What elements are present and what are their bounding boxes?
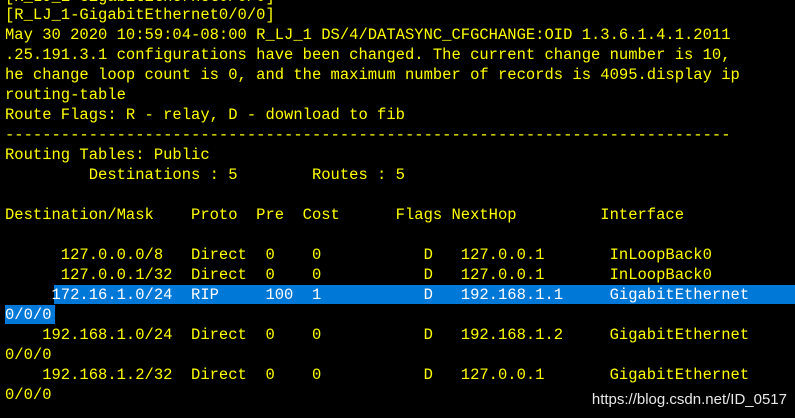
table-row: 127.0.0.0/8 Direct 0 0 D 127.0.0.1 InLoo… — [5, 246, 712, 264]
table-row: 192.168.1.2/32 Direct 0 0 D 127.0.0.1 Gi… — [5, 366, 750, 384]
table-row: 127.0.0.1/32 Direct 0 0 D 127.0.0.1 InLo… — [5, 266, 712, 284]
terminal-line-route-flags: Route Flags: R - relay, D - download to … — [5, 106, 405, 124]
terminal-line-prompt: [R_LJ_1-GigabitEthernet0/0/0] — [5, 6, 275, 24]
terminal-line-command: routing-table — [5, 86, 126, 104]
table-row-wrap: 0/0/0 — [5, 386, 52, 404]
terminal-line-separator: ----------------------------------------… — [5, 126, 731, 144]
terminal-line-log-2: .25.191.3.1 configurations have been cha… — [5, 46, 731, 64]
selected-row-text: 172.16.1.0/24 RIP 100 1 D 192.168.1.1 Gi… — [5, 286, 750, 304]
table-row-wrap: 0/0/0 — [5, 346, 52, 364]
watermark: https://blog.csdn.net/ID_0517 — [591, 391, 787, 408]
terminal-line-log-1: May 30 2020 10:59:04-08:00 R_LJ_1 DS/4/D… — [5, 26, 731, 44]
table-row: 192.168.1.0/24 Direct 0 0 D 192.168.1.2 … — [5, 326, 750, 344]
terminal-window[interactable]: [R_LJ_1-GigabitEthernet0/0/0] [R_LJ_1-Gi… — [0, 0, 795, 418]
table-header: Destination/Mask Proto Pre Cost Flags Ne… — [5, 206, 685, 224]
terminal-line-log-3: he change loop count is 0, and the maxim… — [5, 66, 740, 84]
table-row-selected-wrap: 0/0/0 — [5, 306, 52, 324]
terminal-line-routing-tables: Routing Tables: Public — [5, 146, 210, 164]
terminal-line-destinations: Destinations : 5 Routes : 5 — [5, 166, 405, 184]
table-row-selected: 172.16.1.0/24 RIP 100 1 D 192.168.1.1 Gi… — [5, 285, 750, 305]
